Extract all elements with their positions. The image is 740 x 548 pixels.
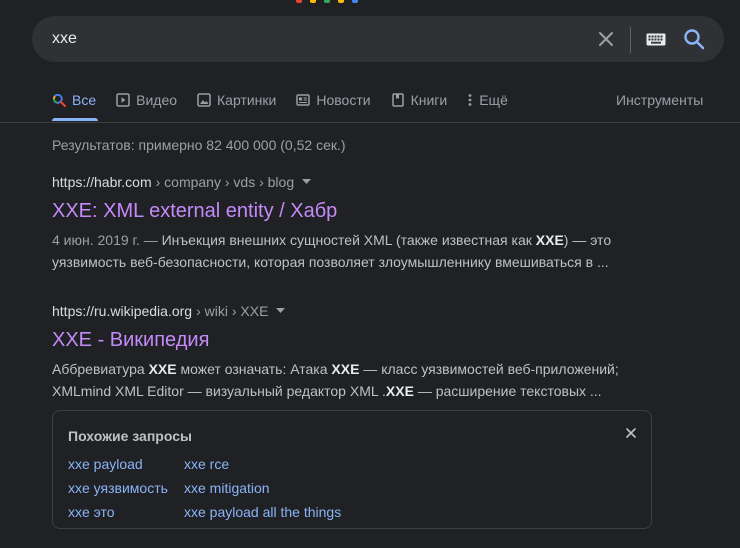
search-result: https://habr.com › company › vds › blog … xyxy=(52,172,652,273)
book-icon xyxy=(391,93,404,107)
news-icon xyxy=(296,94,311,106)
search-input[interactable] xyxy=(52,27,572,51)
image-icon xyxy=(197,93,211,107)
snippet-text: уязвимость веб-безопасности, которая поз… xyxy=(52,254,609,270)
snippet-text: XMLmind XML Editor — визуальный редактор… xyxy=(52,383,386,399)
related-search-link[interactable]: xxe это xyxy=(68,504,115,520)
result-host: https://ru.wikipedia.org xyxy=(52,303,193,319)
search-divider xyxy=(630,27,631,53)
snippet-text: Аббревиатура xyxy=(52,361,149,377)
search-tabs: Все Видео Картинки Новости Книги Ещё xyxy=(52,90,528,122)
result-title-link[interactable]: XXE: XML external entity / Хабр xyxy=(52,198,652,224)
tab-books[interactable]: Книги xyxy=(391,90,448,110)
result-snippet: 4 июн. 2019 г. — Инъекция внешних сущнос… xyxy=(52,229,652,273)
result-host: https://habr.com xyxy=(52,174,152,190)
search-result: https://ru.wikipedia.org › wiki › XXE XX… xyxy=(52,301,652,402)
tools-label: Инструменты xyxy=(616,92,704,108)
snippet-highlight: XXE xyxy=(331,361,360,377)
snippet-highlight: XXE xyxy=(148,361,177,377)
search-icon xyxy=(52,93,66,107)
snippet-text: может означать: Атака xyxy=(176,361,332,377)
snippet-text: ) — это xyxy=(563,232,612,248)
result-date: 4 июн. 2019 г. — xyxy=(52,232,158,248)
tools-button[interactable]: Инструменты xyxy=(616,90,703,110)
result-stats: Результатов: примерно 82 400 000 (0,52 с… xyxy=(52,137,346,153)
related-searches-title: Похожие запросы xyxy=(68,428,192,444)
active-tab-indicator xyxy=(52,118,98,121)
result-title-link[interactable]: XXE - Википедия xyxy=(52,327,652,353)
snippet-highlight: XXE xyxy=(385,383,414,399)
tab-all[interactable]: Все xyxy=(52,90,98,121)
tab-label: Все xyxy=(72,92,97,108)
related-search-link[interactable]: xxe payload all the things xyxy=(184,504,341,520)
related-search-link[interactable]: xxe уязвимость xyxy=(68,480,168,496)
result-path: › company › vds › blog xyxy=(155,174,295,190)
result-path: › wiki › XXE xyxy=(196,303,269,319)
result-snippet: Аббревиатура XXE может означать: Атака X… xyxy=(52,358,652,402)
related-search-link[interactable]: xxe mitigation xyxy=(184,480,270,496)
result-url: https://ru.wikipedia.org › wiki › XXE xyxy=(52,301,652,321)
snippet-text: — класс уязвимостей веб-приложений; xyxy=(359,361,619,377)
close-icon[interactable] xyxy=(595,28,617,50)
tabs-divider xyxy=(0,122,740,123)
snippet-text: Инъекция внешних сущностей XML (также из… xyxy=(157,232,536,248)
result-url: https://habr.com › company › vds › blog xyxy=(52,172,652,192)
tab-more[interactable]: Ещё xyxy=(467,90,508,110)
related-search-link[interactable]: xxe rce xyxy=(184,456,229,472)
tab-label: Новости xyxy=(316,92,371,108)
close-icon[interactable] xyxy=(621,423,641,443)
caret-down-icon[interactable] xyxy=(276,308,286,314)
tab-news[interactable]: Новости xyxy=(296,90,371,110)
tab-video[interactable]: Видео xyxy=(116,90,177,110)
search-box xyxy=(32,16,724,62)
tab-label: Книги xyxy=(410,92,448,108)
more-vert-icon xyxy=(468,94,472,106)
play-icon xyxy=(116,93,130,107)
tab-images[interactable]: Картинки xyxy=(197,90,276,110)
caret-down-icon[interactable] xyxy=(302,179,312,185)
tab-label: Картинки xyxy=(217,92,277,108)
tab-label: Ещё xyxy=(479,92,508,108)
logo-strip xyxy=(296,0,358,3)
related-search-link[interactable]: xxe payload xyxy=(68,456,143,472)
tab-label: Видео xyxy=(136,92,178,108)
search-icon[interactable] xyxy=(682,27,706,51)
related-searches-box: Похожие запросы xxe payload xxe rce xxe … xyxy=(52,410,652,529)
snippet-highlight: XXE xyxy=(535,232,564,248)
snippet-text: — расширение текстовых ... xyxy=(413,383,602,399)
keyboard-icon[interactable] xyxy=(644,29,668,49)
